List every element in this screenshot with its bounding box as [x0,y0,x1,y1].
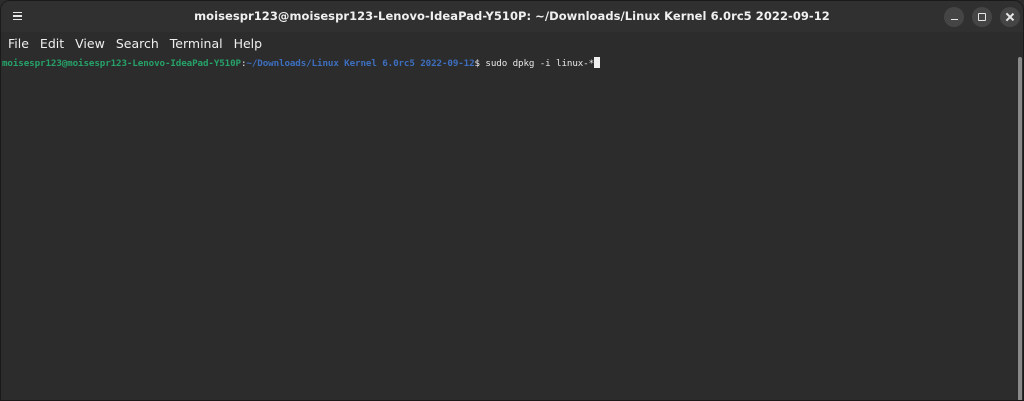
menu-file[interactable]: File [8,36,29,51]
maximize-icon [978,13,986,21]
minimize-button[interactable] [944,7,964,27]
maximize-button[interactable] [972,7,992,27]
close-icon [1005,12,1015,22]
terminal-output[interactable]: moisespr123@moisespr123-Lenovo-IdeaPad-Y… [1,54,1015,400]
terminal-window: moisespr123@moisespr123-Lenovo-IdeaPad-Y… [0,0,1024,401]
scrollbar-thumb[interactable] [1018,57,1022,400]
menu-view[interactable]: View [75,36,105,51]
menu-edit[interactable]: Edit [40,36,64,51]
menu-bar: File Edit View Search Terminal Help [1,32,1023,54]
prompt-user: moisespr123@moisespr123-Lenovo-IdeaPad-Y… [2,58,241,69]
window-title: moisespr123@moisespr123-Lenovo-IdeaPad-Y… [194,9,830,23]
close-button[interactable] [1000,7,1020,27]
command-text: sudo dpkg -i linux-* [485,58,595,69]
text-cursor [594,57,601,68]
menu-search[interactable]: Search [116,36,159,51]
minimize-icon [950,18,958,21]
scrollbar[interactable] [1015,54,1023,400]
title-bar[interactable]: moisespr123@moisespr123-Lenovo-IdeaPad-Y… [1,1,1023,32]
prompt-symbol: $ [474,58,486,69]
prompt-path: ~/Downloads/Linux Kernel 6.0rc5 2022-09-… [246,58,475,69]
menu-help[interactable]: Help [234,36,263,51]
prompt-line: moisespr123@moisespr123-Lenovo-IdeaPad-Y… [2,57,601,70]
menu-terminal[interactable]: Terminal [170,36,223,51]
